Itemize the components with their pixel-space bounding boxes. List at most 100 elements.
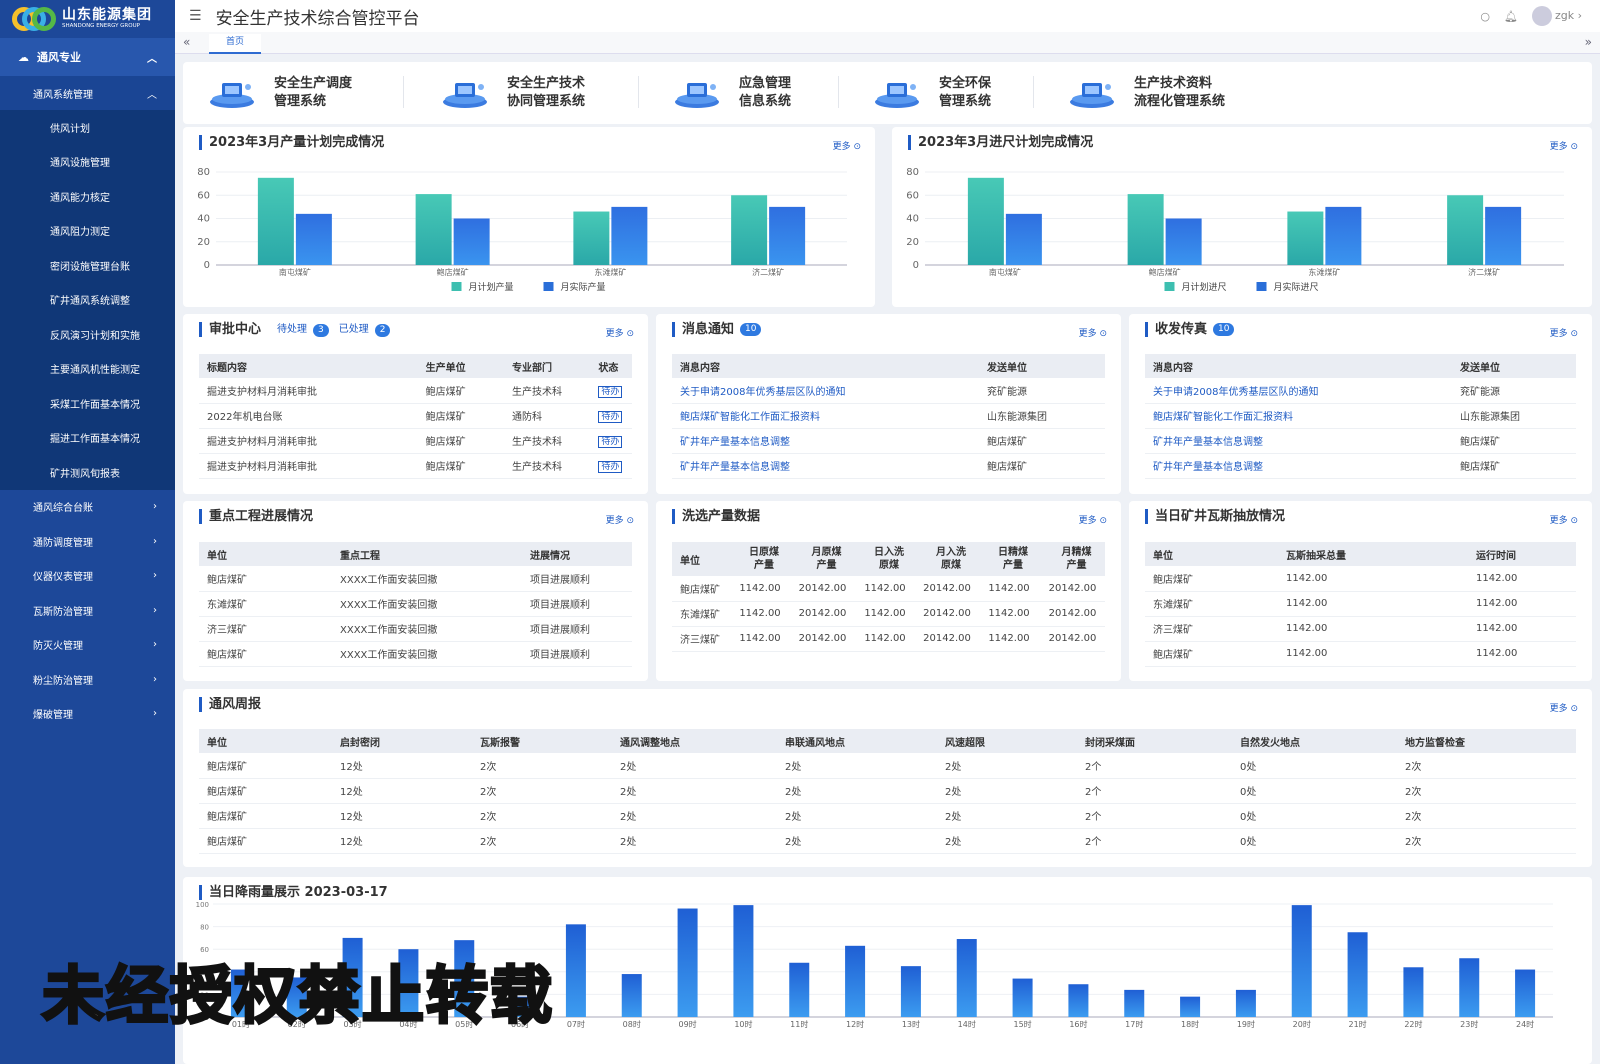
status-tag[interactable]: 待办 [598,411,623,423]
sidebar-group-5[interactable]: 粉尘防治管理 › [0,662,175,697]
sidebar-group-1[interactable]: 通防调度管理 › [0,524,175,559]
table-row[interactable]: 东滩煤矿 XXXX工作面安装回撤 项目进展顺利 [199,591,632,617]
sidebar-item-10[interactable]: 矿井测风旬报表 [0,455,175,490]
table-cell[interactable]: 鲍店煤矿智能化工作面汇报资料 [1145,403,1452,429]
x-tick-label: 23时 [1460,1019,1478,1029]
table-row[interactable]: 关于申请2008年优秀基层区队的通知 兖矿能源 [1145,378,1576,404]
scroll-left-icon[interactable]: « [183,35,190,49]
status-tag[interactable]: 待办 [598,385,623,398]
status-tag[interactable]: 待办 [598,436,623,448]
sidebar-item-0[interactable]: 供风计划 [0,110,175,145]
table-row[interactable]: 矿井年产量基本信息调整 鲍店煤矿 [672,428,1105,454]
sidebar-group-2[interactable]: 仪器仪表管理 › [0,559,175,594]
user-menu[interactable]: zgk › [1531,6,1582,26]
bar-12时 [845,945,866,1017]
pending-count-badge: 3 [313,324,329,337]
sidebar-group-6[interactable]: 爆破管理 › [0,697,175,732]
table-row[interactable]: 鲍店煤矿 1142.00 1142.00 [1145,566,1576,592]
table-cell[interactable]: 矿井年产量基本信息调整 [672,428,979,454]
more-link[interactable]: 更多 ⊙ [606,326,634,339]
done-tab[interactable]: 已处理 2 [339,322,391,337]
status-tag[interactable]: 待办 [598,461,623,473]
chevron-right-icon: › [153,708,157,720]
table-row[interactable]: 关于申请2008年优秀基层区队的通知 兖矿能源 [672,378,1105,404]
table-row[interactable]: 矿井年产量基本信息调整 鲍店煤矿 [672,453,1105,479]
sidebar-item-7[interactable]: 主要通风机性能测定 [0,351,175,386]
table-cell: 2处 [777,753,937,779]
sidebar-item-3[interactable]: 通风阻力测定 [0,213,175,248]
table-row[interactable]: 鲍店煤矿智能化工作面汇报资料 山东能源集团 [672,403,1105,429]
search-icon[interactable]: ○ [1480,10,1490,23]
sidebar-group-3[interactable]: 瓦斯防治管理 › [0,593,175,628]
table-row[interactable]: 鲍店煤矿智能化工作面汇报资料 山东能源集团 [1145,403,1576,429]
system-link-2[interactable]: 应急管理 信息系统 [673,62,791,124]
sidebar-item-1[interactable]: 通风设施管理 [0,144,175,179]
table-row[interactable]: 矿井年产量基本信息调整 鲍店煤矿 [1145,453,1576,479]
table-cell[interactable]: 矿井年产量基本信息调整 [1145,453,1452,479]
pending-tab[interactable]: 待处理 3 [277,322,329,337]
system-link-3[interactable]: 安全环保 管理系统 [873,62,991,124]
tab-home[interactable]: 首页 [209,34,261,54]
sidebar: 山东能源集团 SHANDONG ENERGY GROUP ☁ 通风专业 ︿ 通风… [0,0,175,1064]
sidebar-item-6[interactable]: 反风演习计划和实施 [0,317,175,352]
bell-icon[interactable]: 🔔︎ [1504,10,1518,23]
sidebar-item-5[interactable]: 矿井通风系统调整 [0,282,175,317]
table-cell[interactable]: 鲍店煤矿智能化工作面汇报资料 [672,403,979,429]
table-row[interactable]: 鲍店煤矿 12处 2次 2处 2处 2处 2个 0处 2次 [199,778,1576,804]
more-link[interactable]: 更多 ⊙ [1550,513,1578,526]
table-row[interactable]: 掘进支护材料月消耗审批 鲍店煤矿 生产技术科 待办 [199,378,632,404]
more-link[interactable]: 更多 ⊙ [606,513,634,526]
more-link[interactable]: 更多 ⊙ [1550,701,1578,714]
column-header: 状态 [590,354,632,378]
brand-logo[interactable]: 山东能源集团 SHANDONG ENERGY GROUP [0,0,175,38]
table-row[interactable]: 掘进支护材料月消耗审批 鲍店煤矿 生产技术科 待办 [199,453,632,479]
chevron-right-icon: › [153,639,157,651]
x-tick-label: 18时 [1181,1019,1199,1029]
table-cell[interactable]: 矿井年产量基本信息调整 [1145,428,1452,454]
more-link[interactable]: 更多 ⊙ [1079,326,1107,339]
system-link-4[interactable]: 生产技术资料 流程化管理系统 [1068,62,1225,124]
table-row[interactable]: 鲍店煤矿 XXXX工作面安装回撤 项目进展顺利 [199,566,632,592]
table-row[interactable]: 东滩煤矿 1142.00 1142.00 [1145,591,1576,617]
table-row[interactable]: 鲍店煤矿 1142.00 1142.00 [1145,641,1576,667]
system-link-0[interactable]: 安全生产调度 管理系统 [208,62,352,124]
legend-label[interactable]: 月计划进尺 [1182,281,1227,293]
menu-toggle-icon[interactable]: ☰ [189,8,202,24]
table-cell: 生产技术科 [503,453,591,479]
table-cell[interactable]: 关于申请2008年优秀基层区队的通知 [672,378,979,404]
table-row[interactable]: 济三煤矿 1142.00 1142.00 [1145,616,1576,642]
sidebar-item-9[interactable]: 掘进工作面基本情况 [0,420,175,455]
table-cell: 鲍店煤矿 [979,453,1105,479]
table-cell[interactable]: 矿井年产量基本信息调整 [672,453,979,479]
table-row[interactable]: 2022年机电台账 鲍店煤矿 通防科 待办 [199,403,632,429]
legend-label[interactable]: 月实际进尺 [1274,281,1319,293]
sidebar-item-2[interactable]: 通风能力核定 [0,179,175,214]
table-cell[interactable]: 关于申请2008年优秀基层区队的通知 [1145,378,1452,404]
table-row[interactable]: 掘进支护材料月消耗审批 鲍店煤矿 生产技术科 待办 [199,428,632,454]
system-link-1[interactable]: 安全生产技术 协同管理系统 [441,62,585,124]
table-row[interactable]: 鲍店煤矿 1142.00 20142.00 1142.00 20142.00 1142.0… [672,576,1105,602]
scroll-right-icon[interactable]: » [1585,35,1592,49]
sidebar-item-8[interactable]: 采煤工作面基本情况 [0,386,175,421]
legend-label[interactable]: 月实际产量 [561,281,606,293]
y-tick-label: 80 [200,924,209,932]
table-cell: 鲍店煤矿 [199,828,332,854]
table-row[interactable]: 济三煤矿 1142.00 20142.00 1142.00 20142.00 1142.0… [672,626,1105,652]
table-row[interactable]: 鲍店煤矿 12处 2次 2处 2处 2处 2个 0处 2次 [199,803,1576,829]
menu-ventilation-system[interactable]: 通风系统管理 ︿ [0,76,175,110]
sidebar-group-0[interactable]: 通风综合台账 › [0,490,175,525]
sidebar-group-4[interactable]: 防灭火管理 › [0,628,175,663]
legend-label[interactable]: 月计划产量 [469,281,514,293]
more-link[interactable]: 更多 ⊙ [1550,326,1578,339]
bar-08时 [621,974,642,1017]
table-row[interactable]: 济三煤矿 XXXX工作面安装回撤 项目进展顺利 [199,616,632,642]
table-row[interactable]: 鲍店煤矿 XXXX工作面安装回撤 项目进展顺利 [199,641,632,667]
sidebar-item-4[interactable]: 密闭设施管理台账 [0,248,175,283]
menu-ventilation[interactable]: ☁ 通风专业 ︿ [0,38,175,76]
more-link[interactable]: 更多 ⊙ [1079,513,1107,526]
table-row[interactable]: 鲍店煤矿 12处 2次 2处 2处 2处 2个 0处 2次 [199,753,1576,779]
table-row[interactable]: 鲍店煤矿 12处 2次 2处 2处 2处 2个 0处 2次 [199,828,1576,854]
table-row[interactable]: 矿井年产量基本信息调整 鲍店煤矿 [1145,428,1576,454]
table-row[interactable]: 东滩煤矿 1142.00 20142.00 1142.00 20142.00 1142.0… [672,601,1105,627]
x-tick-label: 22时 [1404,1019,1422,1029]
